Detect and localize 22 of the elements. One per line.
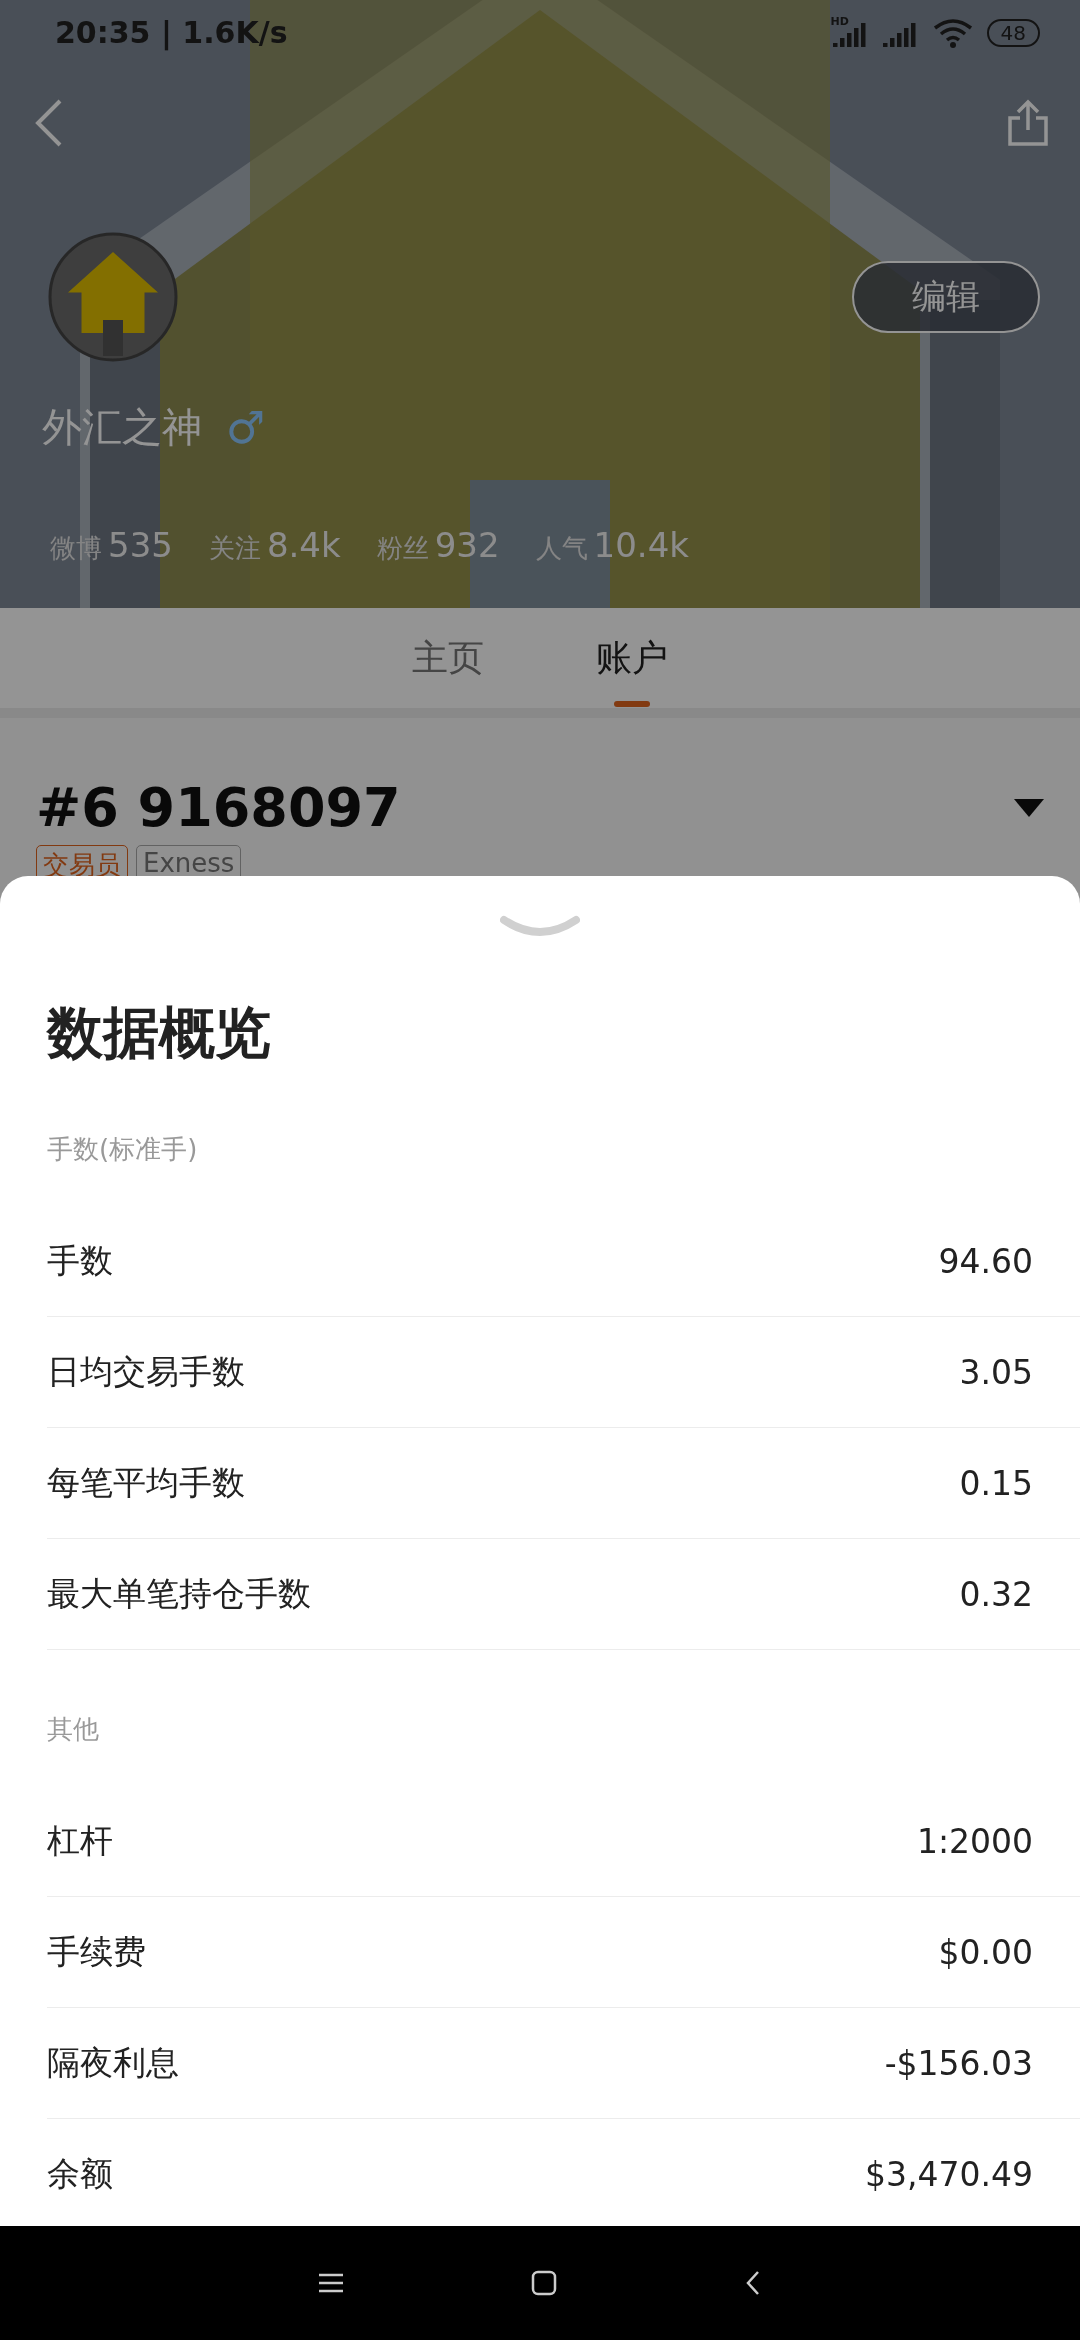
sheet-title: 数据概览 [47,999,272,1067]
row-value: 0.32 [959,1574,1033,1614]
row-value: $3,470.49 [865,2154,1033,2194]
account-number: #6 9168097 [36,776,401,839]
row-value: -$156.03 [884,2043,1033,2083]
row-label: 日均交易手数 [47,1350,245,1393]
tab[interactable]: 账户 [590,608,674,708]
section-heading: 手数(标准手) [47,1133,199,1166]
row-value: $0.00 [938,1932,1033,1972]
row-value: 0.15 [959,1463,1033,1503]
row-label: 隔夜利息 [47,2041,179,2084]
row-label: 手数 [47,1239,113,1282]
row-value: 1:2000 [916,1821,1033,1861]
row-label: 最大单笔持仓手数 [47,1572,311,1615]
row-label: 余额 [47,2152,113,2195]
section-heading: 其他 [47,1713,100,1746]
row-value: 3.05 [959,1352,1033,1392]
row-label: 手续费 [47,1930,146,1973]
row-label: 杠杆 [47,1819,113,1862]
row-label: 每笔平均手数 [47,1461,245,1504]
tab[interactable]: 主页 [406,608,490,708]
row-value: 94.60 [938,1241,1033,1281]
